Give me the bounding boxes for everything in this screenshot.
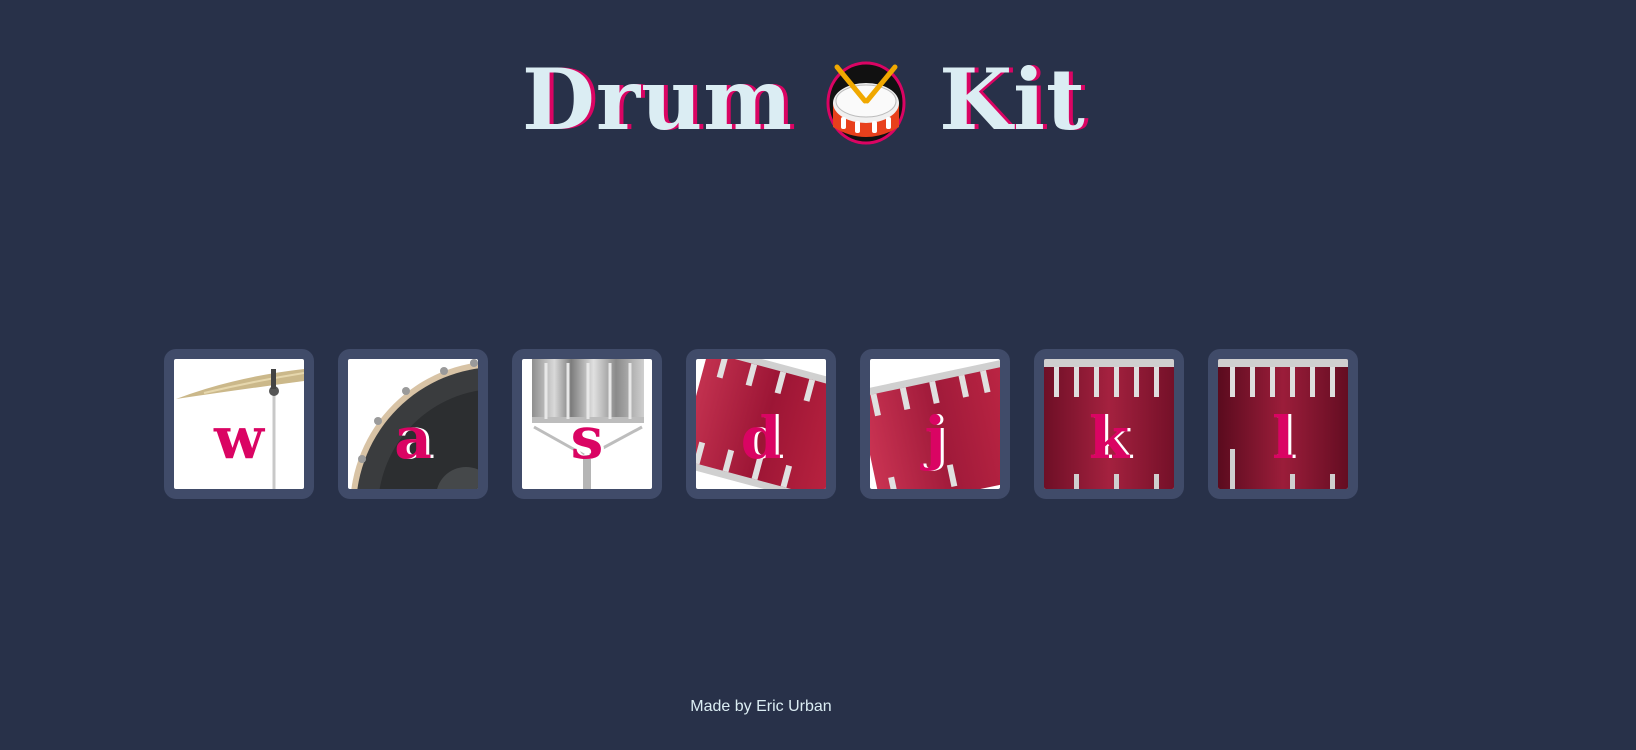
drum-pad-tom-3[interactable]: k [1034, 349, 1184, 499]
drum-pad-tom-1[interactable]: d [686, 349, 836, 499]
title-word-kit: Kit [939, 50, 1086, 149]
drum-pad-snare[interactable]: s [512, 349, 662, 499]
drum-pad-kick[interactable]: a [338, 349, 488, 499]
pad-key-label: d [740, 404, 782, 472]
pad-key-label: s [570, 404, 604, 472]
title-word-drum: Drum [522, 50, 794, 149]
drum-pads: w a s d j k l [164, 349, 1524, 499]
pad-key-label: a [394, 404, 432, 472]
drum-emoji-icon [823, 55, 909, 145]
pad-key-label: l [1271, 404, 1295, 472]
pad-key-label: j [924, 404, 946, 472]
pad-key-label: w [214, 404, 264, 472]
drum-pad-tom-2[interactable]: j [860, 349, 1010, 499]
page-title: Drum Kit [522, 50, 1086, 150]
drum-pad-crash[interactable]: w [164, 349, 314, 499]
pad-key-label: k [1088, 404, 1130, 472]
drum-pad-tom-4[interactable]: l [1208, 349, 1358, 499]
footer-credit: Made by Eric Urban [690, 698, 832, 715]
